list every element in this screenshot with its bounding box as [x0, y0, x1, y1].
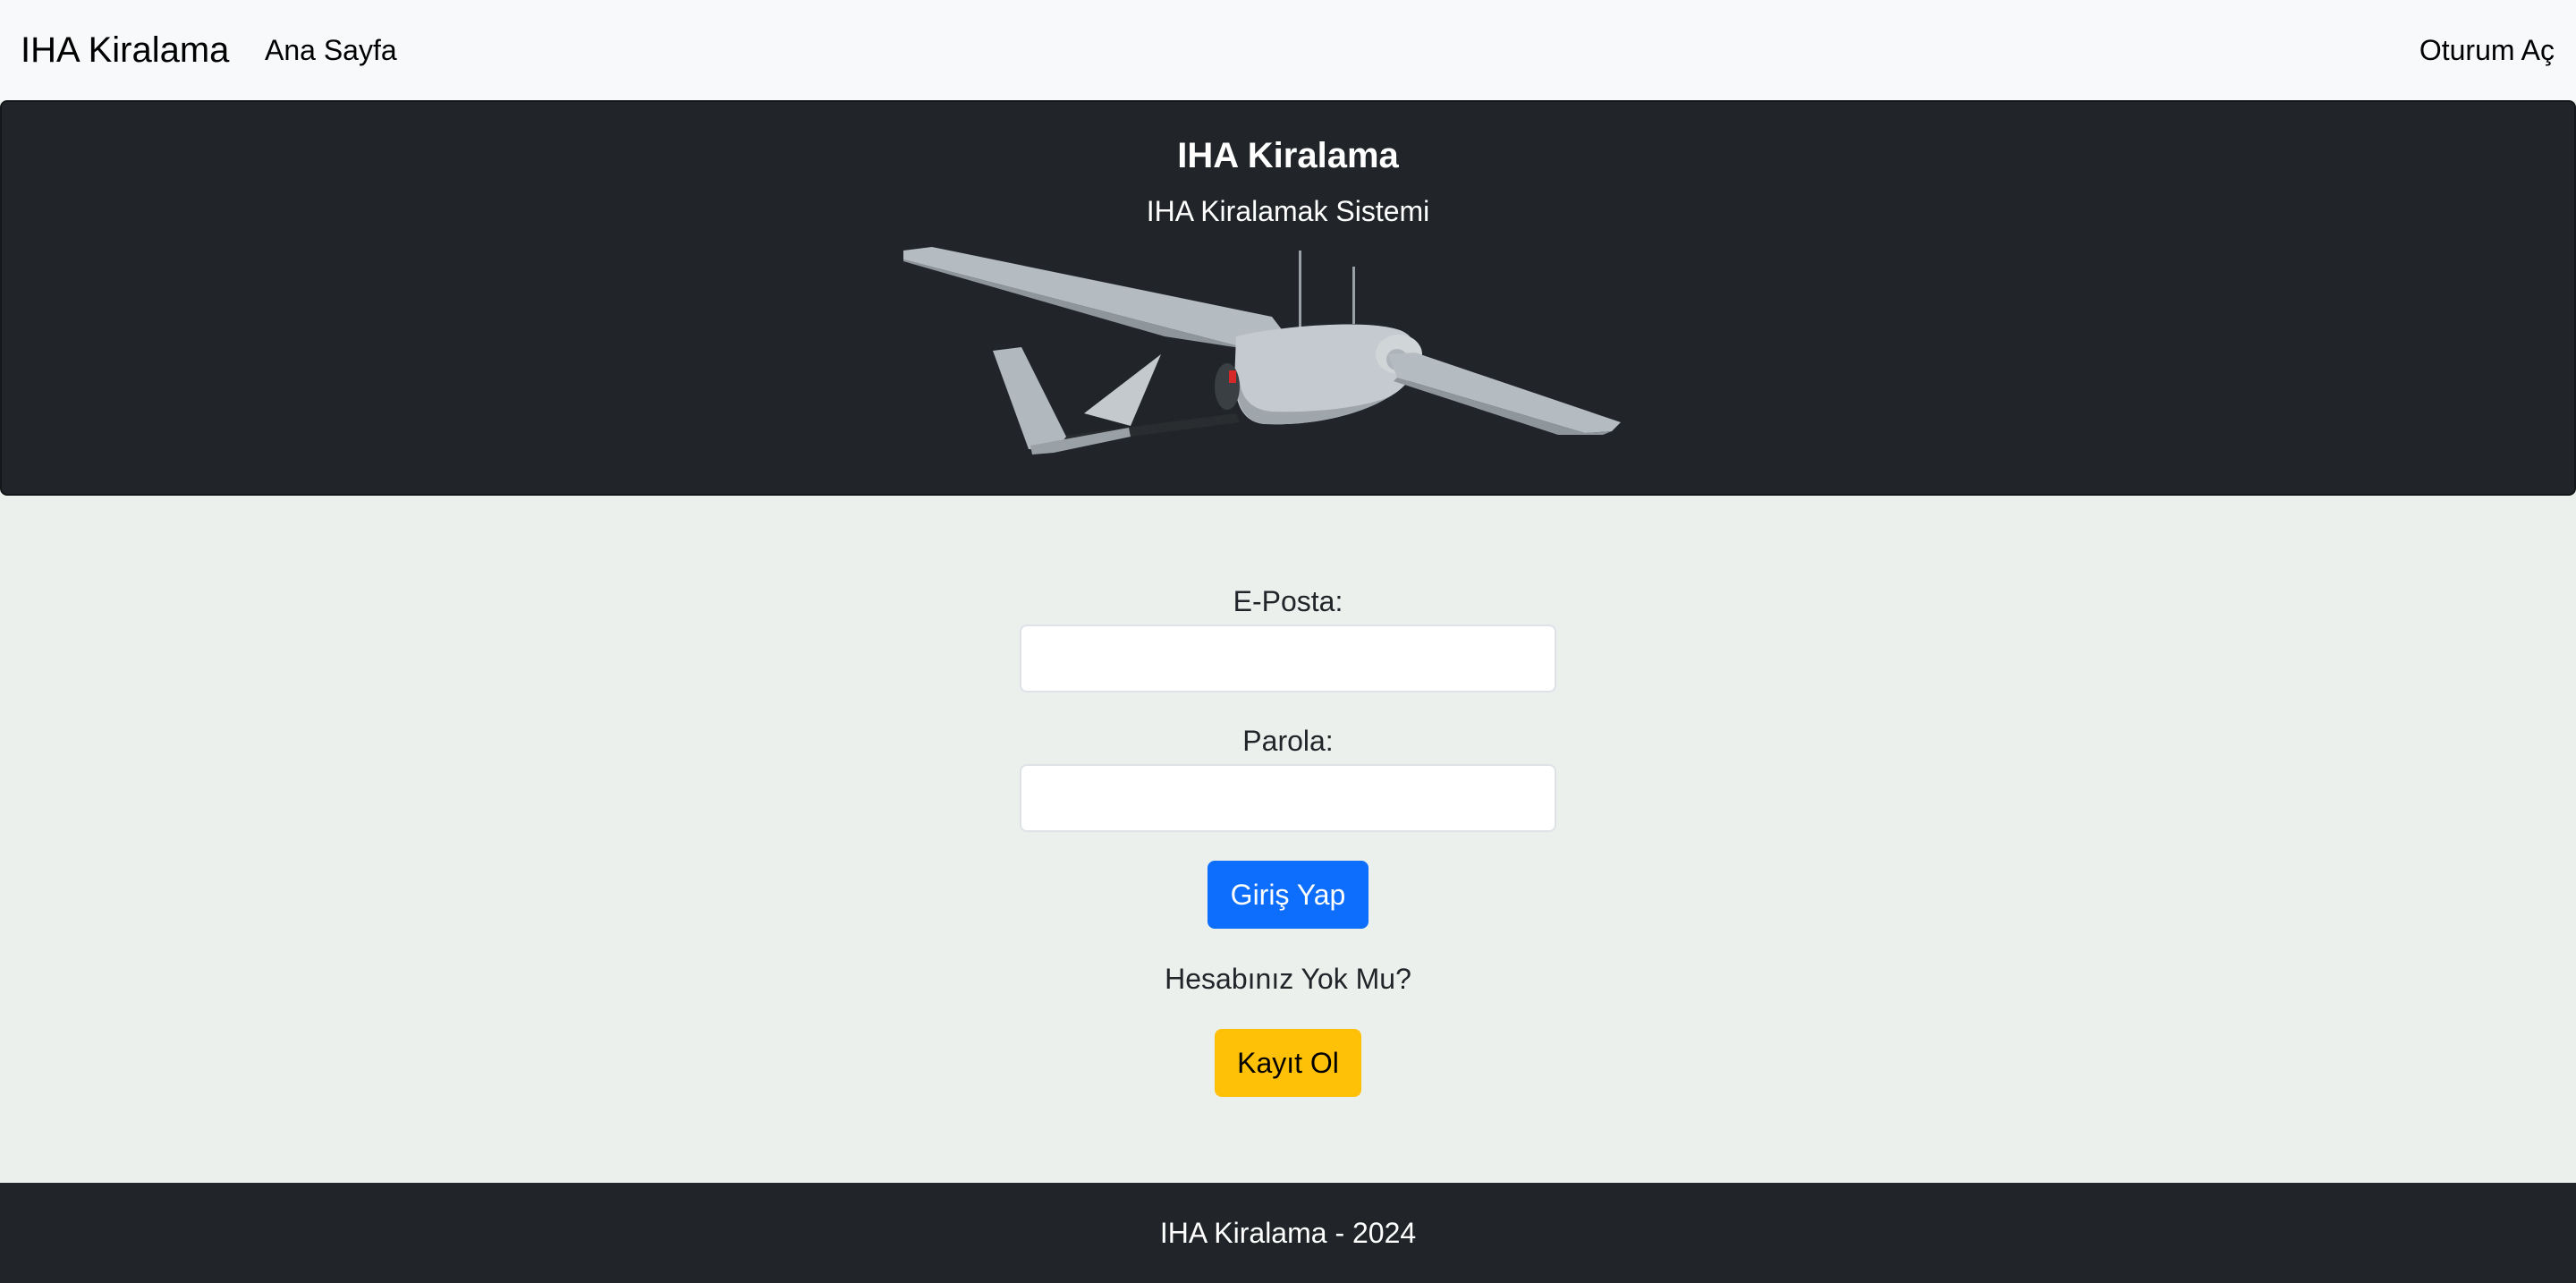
nav-link-home[interactable]: Ana Sayfa — [265, 32, 397, 68]
hero-subtitle: IHA Kiralamak Sistemi — [1146, 195, 1430, 227]
brand-link[interactable]: IHA Kiralama — [21, 29, 229, 72]
email-label: E-Posta: — [1233, 585, 1343, 617]
footer: IHA Kiralama - 2024 — [0, 1183, 2576, 1283]
password-field[interactable] — [1020, 764, 1556, 832]
hero-title: IHA Kiralama — [1177, 136, 1399, 175]
login-button[interactable]: Giriş Yap — [1208, 861, 1368, 929]
email-field[interactable] — [1020, 625, 1556, 692]
login-form: E-Posta: Parola: Giriş Yap Hesabınız Yok… — [0, 496, 2576, 1183]
nav-link-login[interactable]: Oturum Aç — [2419, 32, 2555, 68]
register-button[interactable]: Kayıt Ol — [1215, 1029, 1361, 1097]
drone-image — [903, 247, 1621, 455]
no-account-text: Hesabınız Yok Mu? — [1165, 963, 1411, 995]
footer-text: IHA Kiralama - 2024 — [1159, 1217, 1417, 1249]
password-label: Parola: — [1242, 725, 1334, 757]
hero-banner: IHA Kiralama IHA Kiralamak Sistemi — [0, 100, 2576, 496]
navbar: IHA Kiralama Ana Sayfa Oturum Aç — [0, 0, 2576, 100]
